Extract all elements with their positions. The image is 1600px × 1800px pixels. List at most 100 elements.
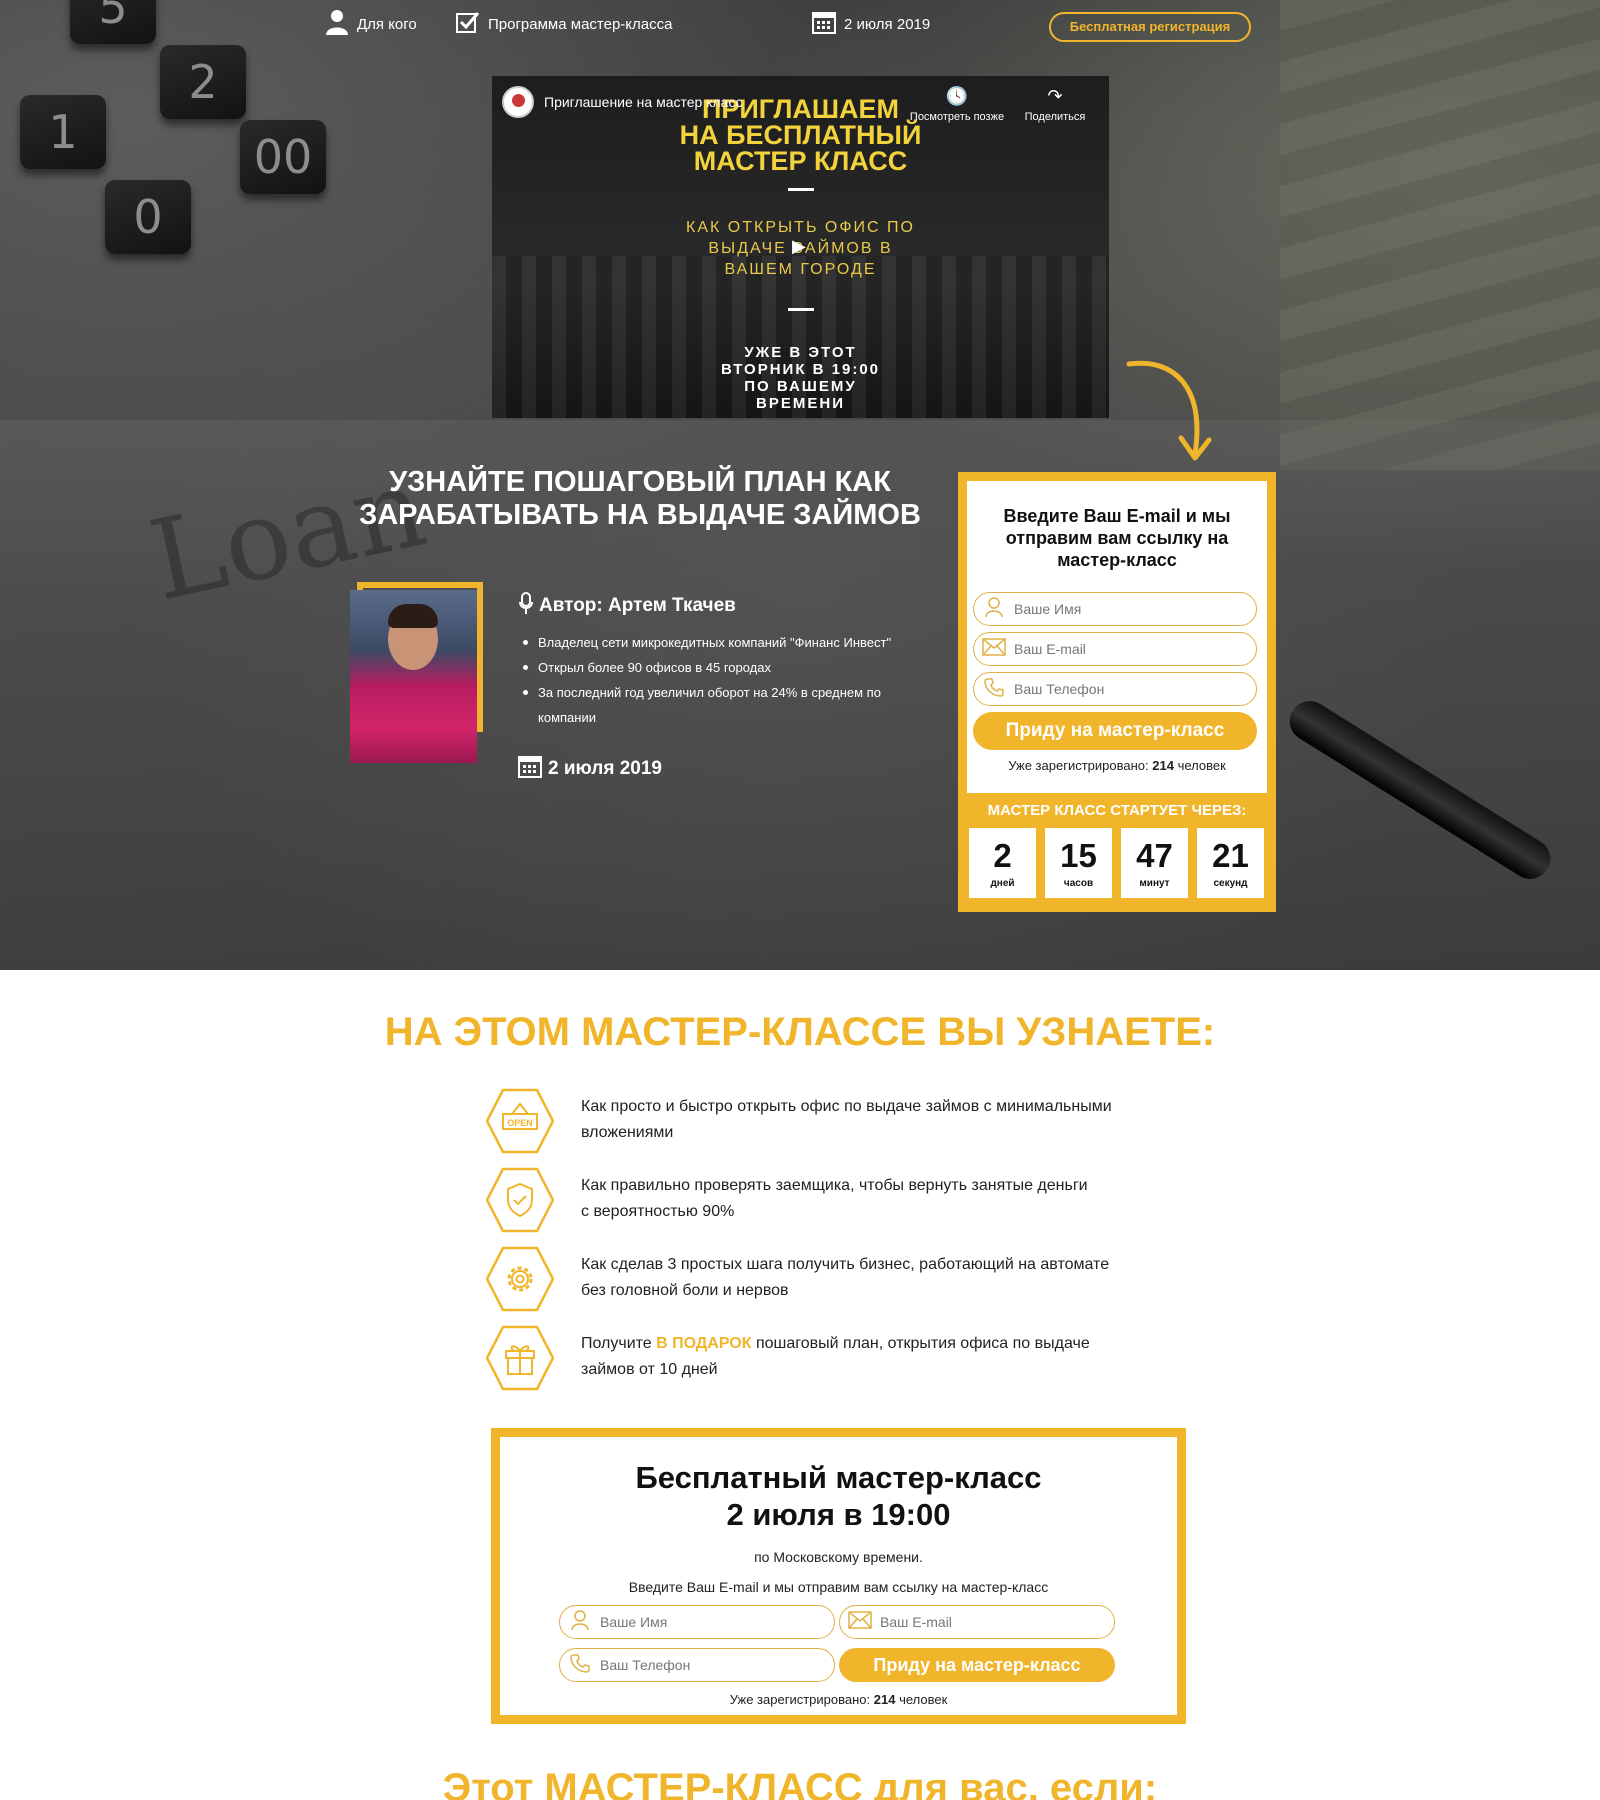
video-divider (788, 308, 814, 311)
person-icon (974, 596, 1014, 623)
clock-icon: 🕓 (945, 86, 969, 106)
registration-form: Введите Ваш E-mail и мы отправим вам ссы… (967, 481, 1267, 793)
watch-later-label: Посмотреть позже (909, 111, 1005, 123)
video-subtitle-line: КАК ОТКРЫТЬ ОФИС ПО (686, 219, 915, 236)
author-photo-hair (388, 604, 438, 628)
phone-input[interactable] (1014, 681, 1240, 697)
pen-decoration (1282, 693, 1558, 887)
learn-item-line: без головной боли и нервов (581, 1282, 789, 1299)
countdown-seconds-unit: секунд (1213, 878, 1248, 889)
nav-who-label: Для кого (357, 15, 417, 33)
learn-section-title: НА ЭТОМ МАСТЕР-КЛАССЕ ВЫ УЗНАЕТЕ: (384, 1010, 1216, 1054)
nav-link-who[interactable]: Для кого (325, 10, 417, 38)
learn-item-line: Как сделав 3 простых шага получить бизне… (581, 1256, 1110, 1273)
hero-title-line: ЗАРАБАТЫВАТЬ НА ВЫДАЧЕ ЗАЙМОВ (359, 499, 921, 531)
countdown-minutes-unit: минут (1139, 878, 1170, 889)
learn-item-text: Как правильно проверять заемщика, чтобы … (581, 1173, 1161, 1225)
learn-item: OPEN Как просто и быстро открыть офис по… (486, 1088, 1186, 1158)
name-field[interactable] (973, 592, 1257, 626)
nav-date[interactable]: 2 июля 2019 (812, 10, 930, 38)
open-sign-icon: OPEN (486, 1088, 554, 1154)
list-item: За последний год увеличил оборот на 24% … (521, 680, 921, 730)
phone-field[interactable] (559, 1648, 835, 1682)
microphone-icon (519, 592, 533, 620)
name-input[interactable] (1014, 601, 1240, 617)
bottom-form-title-line: Бесплатный мастер-класс (635, 1460, 1042, 1495)
nav-link-program[interactable]: Программа мастер-класса (456, 10, 672, 38)
bottom-form-subtitle: по Московскому времени. (754, 1549, 923, 1565)
hero-title: УЗНАЙТЕ ПОШАГОВЫЙ ПЛАН КАК ЗАРАБАТЫВАТЬ … (350, 466, 930, 532)
learn-item-line: вложениями (581, 1124, 674, 1141)
countdown-minutes-value: 47 (1136, 837, 1173, 874)
calculator-key: 1 (20, 95, 106, 169)
list-item: Открыл более 90 офисов в 45 городах (521, 655, 921, 680)
registration-card: Введите Ваш E-mail и мы отправим вам ссы… (958, 472, 1276, 912)
nav-program-label: Программа мастер-класса (488, 15, 673, 33)
learn-item-line: Как правильно проверять заемщика, чтобы … (581, 1177, 1088, 1194)
learn-item-line: Как просто и быстро открыть офис по выда… (581, 1098, 1112, 1115)
video-bottom-line: ПО ВАШЕМУ (744, 378, 857, 395)
video-divider (788, 188, 814, 191)
email-field[interactable] (973, 632, 1257, 666)
registered-prefix: Уже зарегистрировано: (729, 1692, 871, 1707)
list-item: Владелец сети микрокедитных компаний "Фи… (521, 630, 921, 655)
event-date: 2 июля 2019 (518, 754, 662, 784)
top-nav: Для кого Программа мастер-класса 2 июля … (0, 0, 1600, 50)
play-icon[interactable]: ▶ (792, 236, 806, 257)
free-registration-button[interactable]: Бесплатная регистрация (1049, 12, 1251, 42)
video-bottom-line: УЖЕ В ЭТОТ (744, 344, 857, 361)
user-icon (325, 9, 349, 39)
countdown-minutes: 47 минут (1121, 828, 1188, 898)
name-field[interactable] (559, 1605, 835, 1639)
share-label: Поделиться (1024, 111, 1086, 123)
phone-icon (560, 1653, 600, 1678)
countdown-seconds: 21 секунд (1197, 828, 1264, 898)
phone-input[interactable] (600, 1657, 820, 1673)
name-input[interactable] (600, 1614, 820, 1630)
person-icon (560, 1609, 600, 1636)
registered-prefix: Уже зарегистрировано: (1008, 758, 1149, 773)
registration-heading-line: мастер-класс (1057, 550, 1177, 570)
envelope-icon (974, 637, 1014, 661)
learn-item-line: займов от 10 дней (581, 1361, 718, 1378)
registration-heading-line: отправим вам ссылку на (1005, 528, 1229, 548)
event-date-label: 2 июля 2019 (548, 758, 662, 779)
bottom-form-instructions: Введите Ваш E-mail и мы отправим вам ссы… (628, 1579, 1049, 1595)
countdown-hours: 15 часов (1045, 828, 1112, 898)
video-bottom-line: ВТОРНИК В 19:00 (720, 361, 881, 378)
hero-title-line: УЗНАЙТЕ ПОШАГОВЫЙ ПЛАН КАК (389, 466, 891, 498)
bottom-form-title: Бесплатный мастер-класс 2 июля в 19:00 (500, 1459, 1177, 1533)
countdown-seconds-value: 21 (1212, 837, 1249, 874)
learn-item-line: с вероятностью 90% (581, 1203, 735, 1220)
countdown-label: МАСТЕР КЛАСС СТАРТУЕТ ЧЕРЕЗ: (987, 802, 1247, 819)
phone-field[interactable] (973, 672, 1257, 706)
svg-text:OPEN: OPEN (507, 1118, 533, 1128)
attend-button[interactable]: Приду на мастер-класс (839, 1648, 1115, 1682)
share-button[interactable]: ↷ Поделиться (1000, 86, 1109, 123)
email-input[interactable] (880, 1614, 1100, 1630)
author-bullets: Владелец сети микрокедитных компаний "Фи… (521, 630, 921, 730)
learn-item-text: Как просто и быстро открыть офис по выда… (581, 1094, 1161, 1146)
registered-number: 214 (873, 1692, 896, 1707)
video-bottom-text: УЖЕ В ЭТОТ ВТОРНИК В 19:00 ПО ВАШЕМУ ВРЕ… (492, 344, 1109, 412)
learn-item-text: Получите В ПОДАРОК пошаговый план, откры… (581, 1331, 1161, 1383)
video-title[interactable]: Приглашение на мастер класс (544, 94, 742, 110)
video-subtitle-line: ВАШЕМ ГОРОДЕ (724, 261, 877, 278)
author-name-label: Автор: Артем Ткачев (539, 595, 736, 616)
video-player[interactable]: ПРИГЛАШАЕМ НА БЕСПЛАТНЫЙ МАСТЕР КЛАСС КА… (492, 76, 1109, 418)
video-headline-line: НА БЕСПЛАТНЫЙ (679, 120, 922, 150)
email-field[interactable] (839, 1605, 1115, 1639)
bottom-form-title-line: 2 июля в 19:00 (726, 1497, 951, 1532)
envelope-icon (840, 1610, 880, 1634)
learn-item: Получите В ПОДАРОК пошаговый план, откры… (486, 1325, 1186, 1395)
registered-suffix: человек (1177, 758, 1226, 773)
email-input[interactable] (1014, 641, 1240, 657)
watch-later-button[interactable]: 🕓 Посмотреть позже (902, 86, 1012, 123)
gift-icon (486, 1325, 554, 1391)
calculator-key: 0 (105, 180, 191, 254)
channel-logo[interactable] (502, 86, 534, 118)
author-photo (350, 590, 477, 763)
attend-button[interactable]: Приду на мастер-класс (973, 712, 1257, 750)
calendar-icon (812, 10, 836, 38)
video-headline-line: МАСТЕР КЛАСС (693, 146, 908, 176)
